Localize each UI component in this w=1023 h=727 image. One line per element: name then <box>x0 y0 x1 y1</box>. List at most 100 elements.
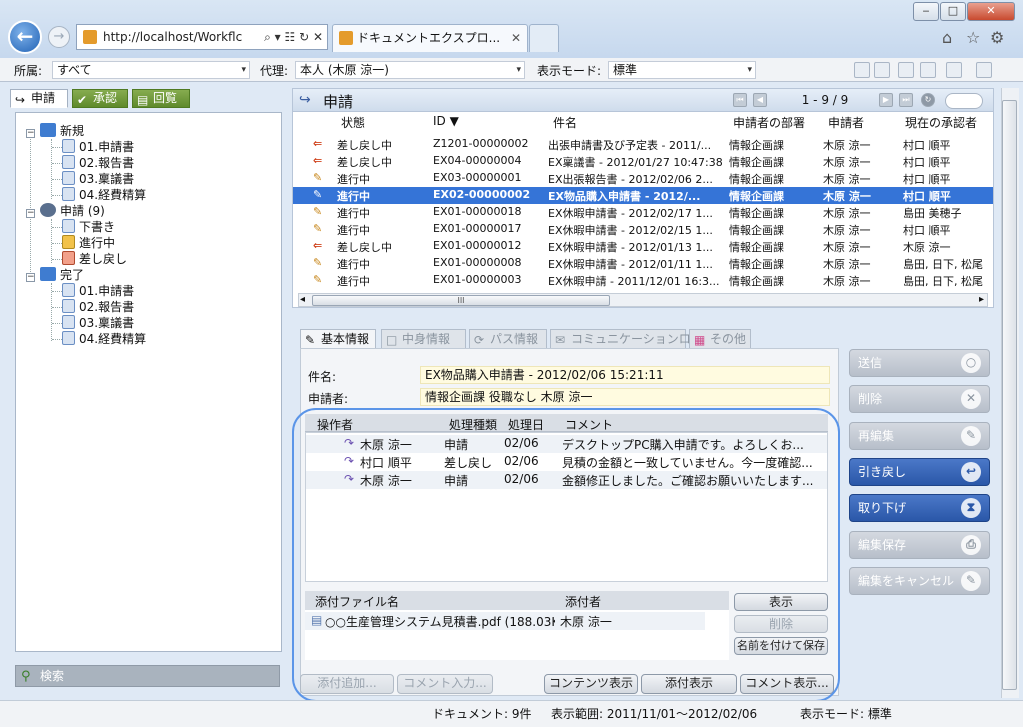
save-edit-button[interactable]: 編集保存 ⎙ <box>849 530 990 559</box>
scroll-right-icon[interactable]: ▸ <box>979 294 984 305</box>
tab-content-info[interactable]: □ 中身情報 <box>381 329 466 349</box>
address-controls[interactable]: ⌕ ▾ ☷ ↻ ✕ <box>264 25 323 49</box>
search-panel-toggle[interactable]: ⚲ 検索 <box>15 665 280 687</box>
expander-done[interactable]: − <box>26 273 35 282</box>
add-attachment-button[interactable]: 添付追加... <box>300 674 394 694</box>
browser-tab-document-explorer[interactable]: ドキュメントエクスプロ... ✕ <box>332 24 528 52</box>
horizontal-scroll-thumb[interactable]: III <box>312 295 610 306</box>
tree-node-done[interactable]: 完了 <box>40 267 84 283</box>
pull-back-button[interactable]: 引き戻し ↩ <box>849 457 990 486</box>
returned-status-icon: ⇐ <box>313 137 323 150</box>
column-header-department[interactable]: 申請者の部署 <box>733 114 805 131</box>
cell-approver: 村口 順平 <box>903 139 951 152</box>
tree-item-draft[interactable]: 下書き <box>62 219 115 235</box>
tree-item-done-04[interactable]: 04.経費精算 <box>62 331 146 347</box>
cell-status: 差し戻し中 <box>337 139 392 152</box>
copy-icon[interactable] <box>854 62 870 78</box>
table-row[interactable]: ⇐ 差し戻し中 EX01-00000012 EX休暇申請書 - 2012/01/13 … <box>293 238 993 255</box>
affiliation-select[interactable]: すべて ▾ <box>52 61 250 79</box>
tab-path-info[interactable]: ⟳ パス情報 <box>469 329 547 349</box>
tree-item-new-03[interactable]: 03.稟議書 <box>62 171 134 187</box>
table-row[interactable]: ✎ 進行中 EX01-00000008 EX休暇申請書 - 2012/01/11 1.… <box>293 255 993 272</box>
column-header-status[interactable]: 状態 <box>341 114 365 131</box>
tab-close-icon[interactable]: ✕ <box>511 25 521 51</box>
address-bar[interactable]: http://localhost/Workflc ⌕ ▾ ☷ ↻ ✕ <box>76 24 328 50</box>
table-row[interactable]: ✎ 進行中 EX01-00000017 EX休暇申請書 - 2012/02/15 1.… <box>293 221 993 238</box>
show-comment-button[interactable]: コメント表示... <box>740 674 834 694</box>
log-row[interactable]: ↷ 村口 順平 差し戻し 02/06 見積の金額と一致していません。今一度確認... <box>306 453 827 471</box>
first-page-button[interactable]: ⏮ <box>733 93 747 107</box>
home-icon[interactable]: ⌂ <box>942 28 952 47</box>
refresh-icon[interactable]: ↻ <box>921 93 935 107</box>
column-header-subject[interactable]: 件名 <box>553 114 577 131</box>
show-content-button[interactable]: コンテンツ表示 <box>544 674 638 694</box>
expander-new[interactable]: − <box>26 129 35 138</box>
attachment-row[interactable]: ▤ ○○生産管理システム見積書.pdf (188.03KB) 木原 涼一 <box>305 612 705 630</box>
proxy-select[interactable]: 本人 (木原 涼一) ▾ <box>295 61 525 79</box>
send-button[interactable]: 送信 ○ <box>849 349 990 377</box>
tab-apply[interactable]: ↪ 申請 <box>10 89 68 108</box>
table-row[interactable]: ✎ 進行中 EX01-00000018 EX休暇申請書 - 2012/02/17 1.… <box>293 204 993 221</box>
delete-button[interactable]: 削除 ✕ <box>849 385 990 414</box>
enter-comment-button[interactable]: コメント入力... <box>397 674 493 694</box>
tab-other[interactable]: ▦ その他 <box>689 329 751 349</box>
last-page-button[interactable]: ⏭ <box>899 93 913 107</box>
back-button[interactable]: ← <box>8 20 42 54</box>
new-tab-button[interactable] <box>529 24 559 52</box>
tree-item-done-02[interactable]: 02.報告書 <box>62 299 134 315</box>
favorites-star-icon[interactable]: ☆ <box>966 28 980 47</box>
table-row[interactable]: ⇐ 差し戻し中 EX04-00000004 EX稟議書 - 2012/01/27 10… <box>293 153 993 170</box>
prev-page-button[interactable]: ◀ <box>753 93 767 107</box>
minimize-button[interactable]: ‒ <box>913 2 939 21</box>
withdraw-button[interactable]: 取り下げ ⧗ <box>849 494 990 523</box>
scroll-left-icon[interactable]: ◂ <box>300 294 305 305</box>
tree-node-applying[interactable]: 申請 (9) <box>40 203 105 219</box>
completed-document-icon <box>62 299 75 313</box>
cell-id: EX01-00000018 <box>433 205 522 218</box>
import-icon[interactable] <box>874 62 890 78</box>
close-window-button[interactable]: ✕ <box>967 2 1015 21</box>
next-page-button[interactable]: ▶ <box>879 93 893 107</box>
tree-node-new[interactable]: 新規 <box>40 123 84 139</box>
cell-subject: EX休暇申請書 - 2012/02/15 1... <box>548 224 713 237</box>
log-row[interactable]: ↷ 木原 涼一 申請 02/06 デスクトップPC購入申請です。よろしくお... <box>306 435 827 453</box>
export-icon[interactable] <box>898 62 914 78</box>
attach-delete-button[interactable]: 削除 <box>734 615 828 633</box>
tree-item-done-01[interactable]: 01.申請書 <box>62 283 134 299</box>
table-row[interactable]: ✎ 進行中 EX03-00000001 EX出張報告書 - 2012/02/06 2.… <box>293 170 993 187</box>
draft-document-icon <box>62 219 75 233</box>
tree-item-new-02[interactable]: 02.報告書 <box>62 155 134 171</box>
tree-item-new-04[interactable]: 04.経費精算 <box>62 187 146 203</box>
basic-info-icon: ✎ <box>305 333 316 347</box>
forward-button[interactable]: → <box>48 26 70 48</box>
attach-save-as-button[interactable]: 名前を付けて保存 <box>734 637 828 655</box>
tab-communication-log[interactable]: ✉ コミュニケーションログ <box>550 329 703 349</box>
show-attachment-button[interactable]: 添付表示 <box>641 674 737 694</box>
columns-icon[interactable] <box>946 62 962 78</box>
table-row[interactable]: ✎ 進行中 EX01-00000003 EX休暇申請 - 2011/12/01 16:… <box>293 272 993 289</box>
cell-dept: 情報企画課 <box>729 190 784 203</box>
settings-gear-icon[interactable]: ⚙ <box>990 28 1004 47</box>
tree-item-returned[interactable]: 差し戻し <box>62 251 127 267</box>
tree-item-new-01[interactable]: 01.申請書 <box>62 139 134 155</box>
vertical-scroll-thumb[interactable] <box>1002 100 1017 690</box>
tools-icon[interactable] <box>976 62 992 78</box>
tab-approve[interactable]: ✔ 承認 <box>72 89 128 108</box>
tab-circulate[interactable]: ▤ 回覧 <box>132 89 190 108</box>
reedit-button[interactable]: 再編集 ✎ <box>849 421 990 450</box>
table-row[interactable]: ⇐ 差し戻し中 Z1201-00000002 出張申請書及び予定表 - 2011/..… <box>293 136 993 153</box>
column-header-approver[interactable]: 現在の承認者 <box>905 114 977 131</box>
print-icon[interactable] <box>920 62 936 78</box>
tab-basic-info[interactable]: ✎ 基本情報 <box>300 329 376 349</box>
tree-item-done-03[interactable]: 03.稟議書 <box>62 315 134 331</box>
expander-applying[interactable]: − <box>26 209 35 218</box>
table-row[interactable]: ✎ 進行中 EX02-00000002 EX物品購入申請書 - 2012/... 情報企… <box>293 187 993 204</box>
cancel-edit-button[interactable]: 編集をキャンセル ✎ <box>849 566 990 595</box>
column-header-id[interactable]: ID ▼ <box>433 114 459 128</box>
attach-view-button[interactable]: 表示 <box>734 593 828 611</box>
maximize-button[interactable]: □ <box>940 2 966 21</box>
log-row[interactable]: ↷ 木原 涼一 申請 02/06 金額修正しました。ご確認お願いいたします... <box>306 471 827 489</box>
column-header-applicant[interactable]: 申請者 <box>828 114 864 131</box>
tree-item-in-progress[interactable]: 進行中 <box>62 235 115 251</box>
display-mode-select[interactable]: 標準 ▾ <box>608 61 756 79</box>
